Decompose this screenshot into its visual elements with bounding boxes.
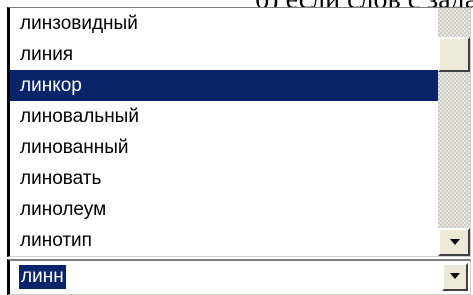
list-item-selected[interactable]: линкор	[10, 70, 438, 101]
list-item[interactable]: линзовидный	[10, 8, 438, 39]
list-item[interactable]: линолеум	[10, 194, 438, 225]
dropdown-button[interactable]	[442, 263, 468, 291]
search-combobox[interactable]: линн	[7, 259, 471, 295]
scroll-down-button[interactable]	[438, 228, 470, 256]
search-input[interactable]: линн	[19, 265, 66, 289]
scrollbar-thumb[interactable]	[438, 37, 470, 72]
list-item[interactable]: линия	[10, 39, 438, 70]
list-item[interactable]: линованный	[10, 132, 438, 163]
list-item[interactable]: линовальный	[10, 101, 438, 132]
vertical-scrollbar[interactable]	[438, 8, 470, 256]
listbox-items: линзовидный линия линкор линовальный лин…	[10, 8, 438, 256]
list-item[interactable]: линовать	[10, 163, 438, 194]
list-item[interactable]: линотип	[10, 225, 438, 256]
dropdown-arrow-icon	[450, 273, 460, 279]
word-listbox[interactable]: линзовидный линия линкор линовальный лин…	[7, 7, 471, 257]
down-arrow-icon	[450, 239, 460, 245]
